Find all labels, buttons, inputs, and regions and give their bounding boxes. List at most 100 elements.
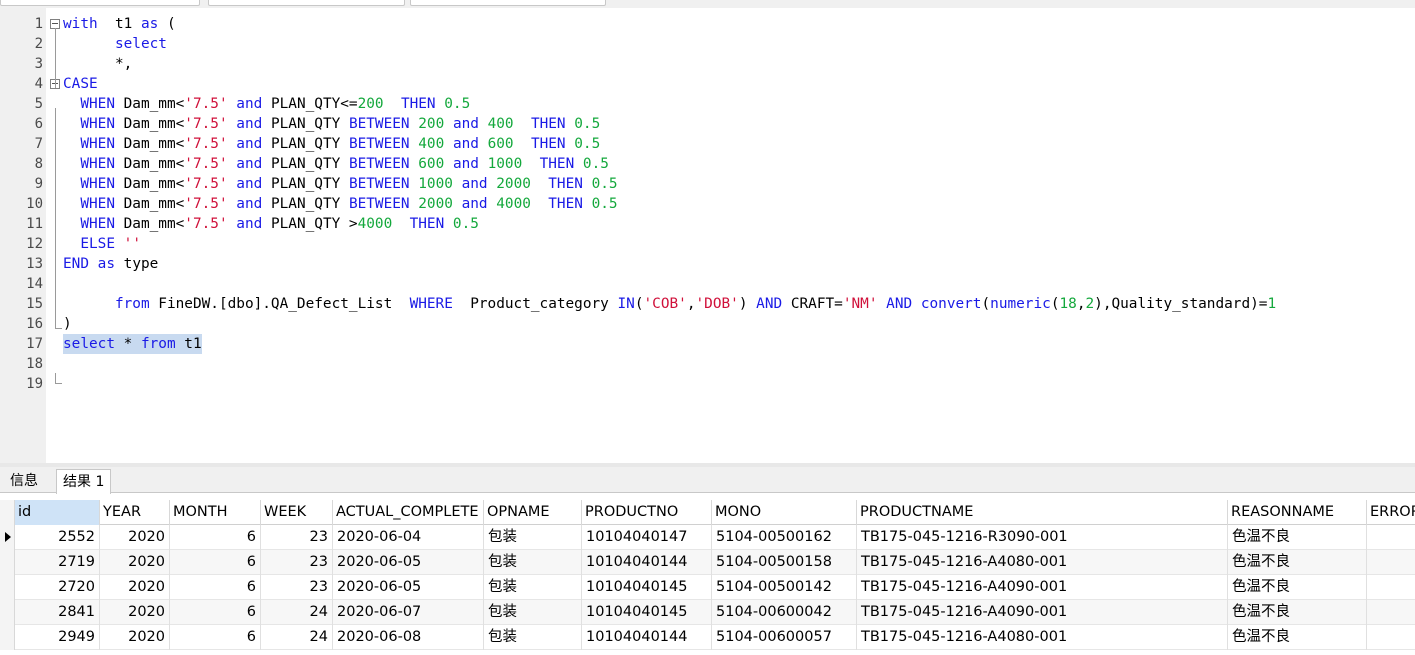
tab-info[interactable]: 信息 <box>4 469 44 493</box>
code-line[interactable]: 4 CASE <box>0 74 1415 94</box>
query-tab[interactable] <box>410 0 606 6</box>
table-cell[interactable]: 2020-06-05 <box>333 575 484 600</box>
table-cell[interactable] <box>1367 575 1415 600</box>
code-line[interactable]: 19 <box>0 374 1415 394</box>
table-cell[interactable]: TB175-045-1216-R3090-001 <box>857 525 1228 550</box>
query-tab[interactable] <box>208 0 405 6</box>
code-line[interactable]: 7 WHEN Dam_mm<'7.5' and PLAN_QTY BETWEEN… <box>0 134 1415 154</box>
table-cell[interactable] <box>1367 525 1415 550</box>
code-line[interactable]: 17 select * from t1 <box>0 334 1415 354</box>
table-cell[interactable]: 6 <box>170 575 261 600</box>
code-line[interactable]: 6 WHEN Dam_mm<'7.5' and PLAN_QTY BETWEEN… <box>0 114 1415 134</box>
table-cell[interactable]: 2719 <box>15 550 100 575</box>
table-row[interactable]: 2719 2020 6 23 2020-06-05 包装 10104040144 5104-0… <box>0 550 1415 575</box>
column-header[interactable]: ACTUAL_COMPLETE <box>333 500 484 525</box>
column-header[interactable]: ERROR <box>1367 500 1415 525</box>
table-cell[interactable]: 包装 <box>484 600 582 625</box>
code-line[interactable]: 9 WHEN Dam_mm<'7.5' and PLAN_QTY BETWEEN… <box>0 174 1415 194</box>
table-cell[interactable]: 23 <box>261 525 333 550</box>
code-line[interactable]: 12 ELSE '' <box>0 234 1415 254</box>
table-cell[interactable]: 2020-06-05 <box>333 550 484 575</box>
table-cell[interactable]: 2020-06-07 <box>333 600 484 625</box>
table-cell[interactable]: 色温不良 <box>1228 575 1367 600</box>
query-tab[interactable] <box>0 0 200 6</box>
table-cell[interactable]: 6 <box>170 550 261 575</box>
table-cell[interactable]: 24 <box>261 625 333 650</box>
code-line[interactable]: 18 <box>0 354 1415 374</box>
code-line[interactable]: 14 <box>0 274 1415 294</box>
table-cell[interactable]: 23 <box>261 575 333 600</box>
table-cell[interactable]: 色温不良 <box>1228 550 1367 575</box>
code-line[interactable]: 13 END as type <box>0 254 1415 274</box>
code-line[interactable]: 3 *, <box>0 54 1415 74</box>
table-cell[interactable]: 2020 <box>100 525 170 550</box>
table-cell[interactable]: 包装 <box>484 525 582 550</box>
table-cell[interactable]: 10104040144 <box>582 550 712 575</box>
table-cell[interactable]: TB175-045-1216-A4090-001 <box>857 600 1228 625</box>
column-header[interactable]: YEAR <box>100 500 170 525</box>
table-cell[interactable]: 2020-06-04 <box>333 525 484 550</box>
table-cell[interactable]: 5104-00500162 <box>712 525 857 550</box>
table-row[interactable]: 2720 2020 6 23 2020-06-05 包装 10104040145 5104-0… <box>0 575 1415 600</box>
table-cell[interactable]: 5104-00500158 <box>712 550 857 575</box>
table-cell[interactable]: TB175-045-1216-A4080-001 <box>857 550 1228 575</box>
code-line[interactable]: 2 select <box>0 34 1415 54</box>
code-line[interactable]: 5 WHEN Dam_mm<'7.5' and PLAN_QTY<=200 TH… <box>0 94 1415 114</box>
row-selector[interactable] <box>0 550 15 575</box>
table-cell[interactable]: 2720 <box>15 575 100 600</box>
table-cell[interactable]: 2020 <box>100 625 170 650</box>
table-cell[interactable]: 包装 <box>484 575 582 600</box>
column-header[interactable]: OPNAME <box>484 500 582 525</box>
table-cell[interactable] <box>1367 600 1415 625</box>
table-cell[interactable]: 10104040144 <box>582 625 712 650</box>
table-cell[interactable]: 6 <box>170 625 261 650</box>
table-cell[interactable]: 2020 <box>100 600 170 625</box>
table-cell[interactable]: 色温不良 <box>1228 600 1367 625</box>
code-line[interactable]: 10 WHEN Dam_mm<'7.5' and PLAN_QTY BETWEE… <box>0 194 1415 214</box>
table-cell[interactable]: 5104-00600042 <box>712 600 857 625</box>
table-row[interactable]: 2841 2020 6 24 2020-06-07 包装 10104040145 5104-0… <box>0 600 1415 625</box>
result-grid[interactable]: id YEAR MONTH WEEK ACTUAL_COMPLETE OPNAME PROD… <box>0 500 1415 655</box>
table-cell[interactable]: 10104040147 <box>582 525 712 550</box>
table-cell[interactable]: 2841 <box>15 600 100 625</box>
code-line[interactable]: 11 WHEN Dam_mm<'7.5' and PLAN_QTY >4000 … <box>0 214 1415 234</box>
code-line[interactable]: 16) <box>0 314 1415 334</box>
row-selector[interactable] <box>0 600 15 625</box>
table-cell[interactable]: 5104-00600057 <box>712 625 857 650</box>
table-cell[interactable] <box>1367 550 1415 575</box>
column-header[interactable]: REASONNAME <box>1228 500 1367 525</box>
table-cell[interactable]: 24 <box>261 600 333 625</box>
table-cell[interactable]: 23 <box>261 550 333 575</box>
table-cell[interactable] <box>1367 625 1415 650</box>
table-cell[interactable]: 2020 <box>100 575 170 600</box>
table-cell[interactable]: TB175-045-1216-A4090-001 <box>857 575 1228 600</box>
table-cell[interactable]: 2020 <box>100 550 170 575</box>
table-row[interactable]: 2552 2020 6 23 2020-06-04 包装 10104040147 5104-0… <box>0 525 1415 550</box>
sql-editor[interactable]: 1 with t1 as (2 select 3 *, 4 CASE 5 WHEN Dam… <box>0 8 1415 463</box>
table-cell[interactable]: 6 <box>170 525 261 550</box>
table-cell[interactable]: 2552 <box>15 525 100 550</box>
column-header[interactable]: MONTH <box>170 500 261 525</box>
table-cell[interactable]: 10104040145 <box>582 575 712 600</box>
table-cell[interactable]: 5104-00500142 <box>712 575 857 600</box>
table-cell[interactable]: 10104040145 <box>582 600 712 625</box>
table-cell[interactable]: 2020-06-08 <box>333 625 484 650</box>
table-cell[interactable]: 包装 <box>484 625 582 650</box>
code-line[interactable]: 8 WHEN Dam_mm<'7.5' and PLAN_QTY BETWEEN… <box>0 154 1415 174</box>
table-cell[interactable]: 6 <box>170 600 261 625</box>
code-line[interactable]: 1 with t1 as ( <box>0 14 1415 34</box>
row-selector[interactable] <box>0 575 15 600</box>
row-selector[interactable] <box>0 525 15 550</box>
tab-result-1[interactable]: 结果 1 <box>56 469 112 494</box>
column-header[interactable]: PRODUCTNO <box>582 500 712 525</box>
table-cell[interactable]: 包装 <box>484 550 582 575</box>
code-line[interactable]: 15 from FineDW.[dbo].QA_Defect_List WHER… <box>0 294 1415 314</box>
column-header[interactable]: PRODUCTNAME <box>857 500 1228 525</box>
column-header[interactable]: MONO <box>712 500 857 525</box>
row-selector[interactable] <box>0 625 15 650</box>
table-cell[interactable]: 2949 <box>15 625 100 650</box>
table-cell[interactable]: 色温不良 <box>1228 525 1367 550</box>
table-cell[interactable]: 色温不良 <box>1228 625 1367 650</box>
column-header[interactable]: id <box>15 500 100 525</box>
table-row[interactable]: 2949 2020 6 24 2020-06-08 包装 10104040144 5104-0… <box>0 625 1415 650</box>
